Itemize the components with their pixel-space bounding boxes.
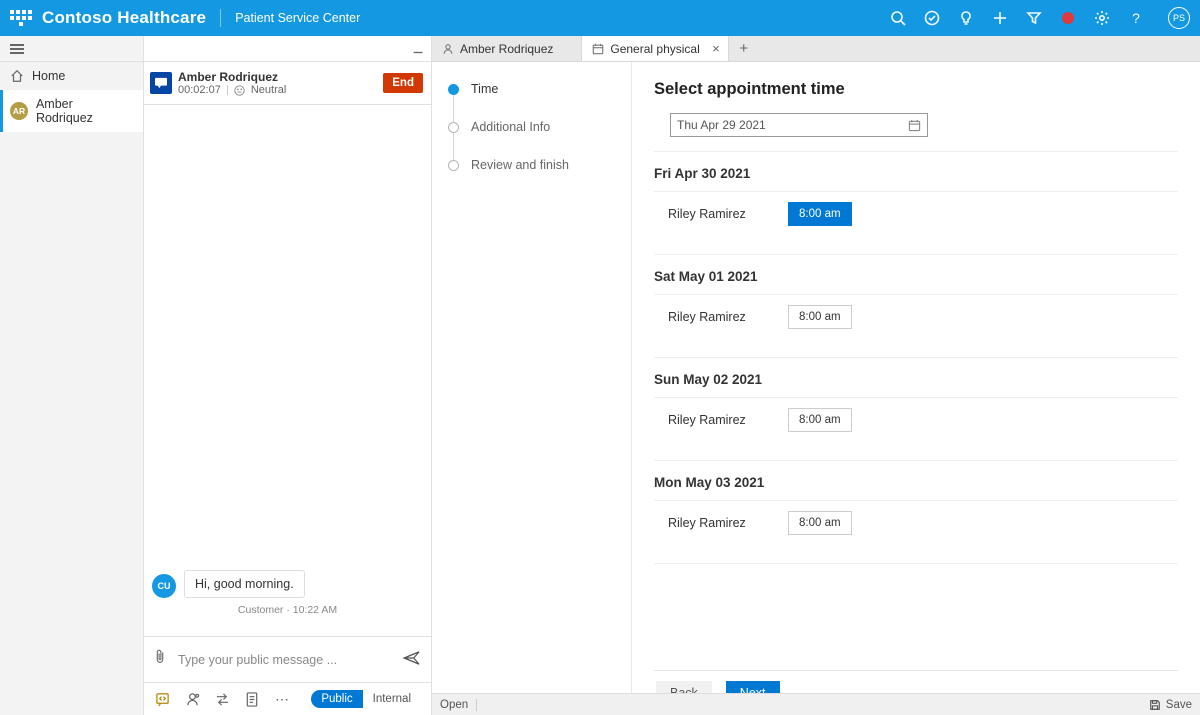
day-header: Fri Apr 30 2021 bbox=[654, 166, 1178, 181]
app-launcher-icon[interactable] bbox=[10, 7, 32, 29]
step-additional-info[interactable]: Additional Info bbox=[448, 120, 631, 134]
nav-home[interactable]: Home bbox=[0, 62, 143, 90]
date-picker[interactable]: Thu Apr 29 2021 bbox=[670, 113, 928, 137]
plus-icon[interactable] bbox=[992, 10, 1008, 26]
chat-message-meta: Customer · 10:22 AM bbox=[152, 604, 423, 616]
chat-message-bubble: Hi, good morning. bbox=[184, 570, 305, 598]
step-time[interactable]: Time bbox=[448, 82, 631, 96]
tab-patient[interactable]: Amber Rodriquez bbox=[432, 36, 582, 61]
calendar-icon bbox=[592, 43, 604, 55]
consult-icon[interactable] bbox=[184, 691, 200, 707]
nav-home-label: Home bbox=[32, 69, 65, 83]
main-area: Amber Rodriquez General physical × + Tim… bbox=[432, 36, 1200, 715]
tab-appointment[interactable]: General physical × bbox=[582, 36, 728, 61]
visibility-public[interactable]: Public bbox=[311, 690, 362, 708]
step-review[interactable]: Review and finish bbox=[448, 158, 631, 172]
avatar-icon: AR bbox=[10, 102, 28, 120]
settings-gear-icon[interactable] bbox=[1094, 10, 1110, 26]
app-subtitle: Patient Service Center bbox=[235, 11, 360, 25]
help-icon[interactable]: ? bbox=[1128, 10, 1144, 26]
session-timer: 00:02:07 bbox=[178, 84, 221, 96]
end-session-button[interactable]: End bbox=[383, 73, 423, 93]
status-bar: Open Save bbox=[432, 693, 1200, 715]
tab-patient-label: Amber Rodriquez bbox=[460, 42, 553, 56]
visibility-toggle: Public Internal bbox=[311, 690, 421, 708]
transfer-icon[interactable] bbox=[214, 691, 230, 707]
task-check-icon[interactable] bbox=[924, 10, 940, 26]
hamburger-menu-icon[interactable] bbox=[0, 36, 143, 62]
session-name: Amber Rodriquez bbox=[178, 70, 377, 84]
message-input[interactable] bbox=[178, 653, 393, 667]
tab-appointment-label: General physical bbox=[610, 42, 699, 56]
provider-name: Riley Ramirez bbox=[668, 413, 748, 427]
notes-icon[interactable] bbox=[244, 691, 260, 707]
provider-row: Riley Ramirez 8:00 am bbox=[654, 294, 1178, 358]
nav-active-session-label: Amber Rodriquez bbox=[36, 97, 133, 125]
time-slot-button[interactable]: 8:00 am bbox=[788, 305, 852, 329]
app-header: Contoso Healthcare Patient Service Cente… bbox=[0, 0, 1200, 36]
provider-row: Riley Ramirez 8:00 am bbox=[654, 500, 1178, 564]
day-header: Sat May 01 2021 bbox=[654, 269, 1178, 284]
header-divider bbox=[220, 9, 221, 27]
record-indicator-icon[interactable] bbox=[1060, 10, 1076, 26]
person-icon bbox=[442, 43, 454, 55]
session-sentiment: Neutral bbox=[251, 84, 286, 96]
minimize-icon[interactable] bbox=[411, 42, 425, 56]
day-header: Mon May 03 2021 bbox=[654, 475, 1178, 490]
provider-row: Riley Ramirez 8:00 am bbox=[654, 191, 1178, 255]
status-open[interactable]: Open bbox=[440, 699, 468, 711]
chat-column: Amber Rodriquez 00:02:07 Neutral End CU … bbox=[144, 36, 432, 715]
visibility-internal[interactable]: Internal bbox=[363, 690, 421, 708]
calendar-picker-icon bbox=[908, 119, 921, 132]
close-tab-icon[interactable]: × bbox=[712, 41, 720, 56]
slot-list[interactable]: Fri Apr 30 2021 Riley Ramirez 8:00 am Sa… bbox=[654, 151, 1178, 670]
left-sidebar: Home AR Amber Rodriquez bbox=[0, 36, 144, 715]
progress-rail: Time Additional Info Review and finish bbox=[432, 62, 632, 715]
chat-channel-icon bbox=[150, 72, 172, 94]
search-icon[interactable] bbox=[890, 10, 906, 26]
header-icon-group: ? PS bbox=[890, 7, 1190, 29]
status-save[interactable]: Save bbox=[1149, 699, 1192, 711]
provider-name: Riley Ramirez bbox=[668, 516, 748, 530]
profile-avatar[interactable]: PS bbox=[1168, 7, 1190, 29]
provider-name: Riley Ramirez bbox=[668, 207, 748, 221]
send-icon[interactable] bbox=[403, 651, 421, 668]
provider-name: Riley Ramirez bbox=[668, 310, 748, 324]
time-slot-button[interactable]: 8:00 am bbox=[788, 202, 852, 226]
provider-row: Riley Ramirez 8:00 am bbox=[654, 397, 1178, 461]
quick-reply-icon[interactable] bbox=[154, 691, 170, 707]
attachment-icon[interactable] bbox=[152, 649, 168, 670]
home-icon bbox=[10, 69, 24, 83]
chat-transcript: CU Hi, good morning. Customer · 10:22 AM bbox=[144, 105, 431, 636]
lightbulb-icon[interactable] bbox=[958, 10, 974, 26]
customer-avatar-icon: CU bbox=[152, 574, 176, 598]
save-icon bbox=[1149, 699, 1161, 711]
date-picker-value: Thu Apr 29 2021 bbox=[677, 118, 766, 132]
time-slot-button[interactable]: 8:00 am bbox=[788, 511, 852, 535]
time-slot-button[interactable]: 8:00 am bbox=[788, 408, 852, 432]
nav-active-session[interactable]: AR Amber Rodriquez bbox=[0, 90, 143, 132]
session-card: Amber Rodriquez 00:02:07 Neutral End bbox=[144, 62, 431, 105]
tab-bar: Amber Rodriquez General physical × + bbox=[432, 36, 1200, 62]
day-header: Sun May 02 2021 bbox=[654, 372, 1178, 387]
scheduler-pane: Select appointment time Thu Apr 29 2021 … bbox=[632, 62, 1200, 715]
more-icon[interactable]: ⋯ bbox=[274, 691, 290, 707]
add-tab-button[interactable]: + bbox=[729, 36, 759, 61]
sentiment-neutral-icon bbox=[234, 85, 245, 96]
filter-icon[interactable] bbox=[1026, 10, 1042, 26]
brand-title: Contoso Healthcare bbox=[42, 8, 206, 28]
scheduler-title: Select appointment time bbox=[654, 80, 1178, 99]
